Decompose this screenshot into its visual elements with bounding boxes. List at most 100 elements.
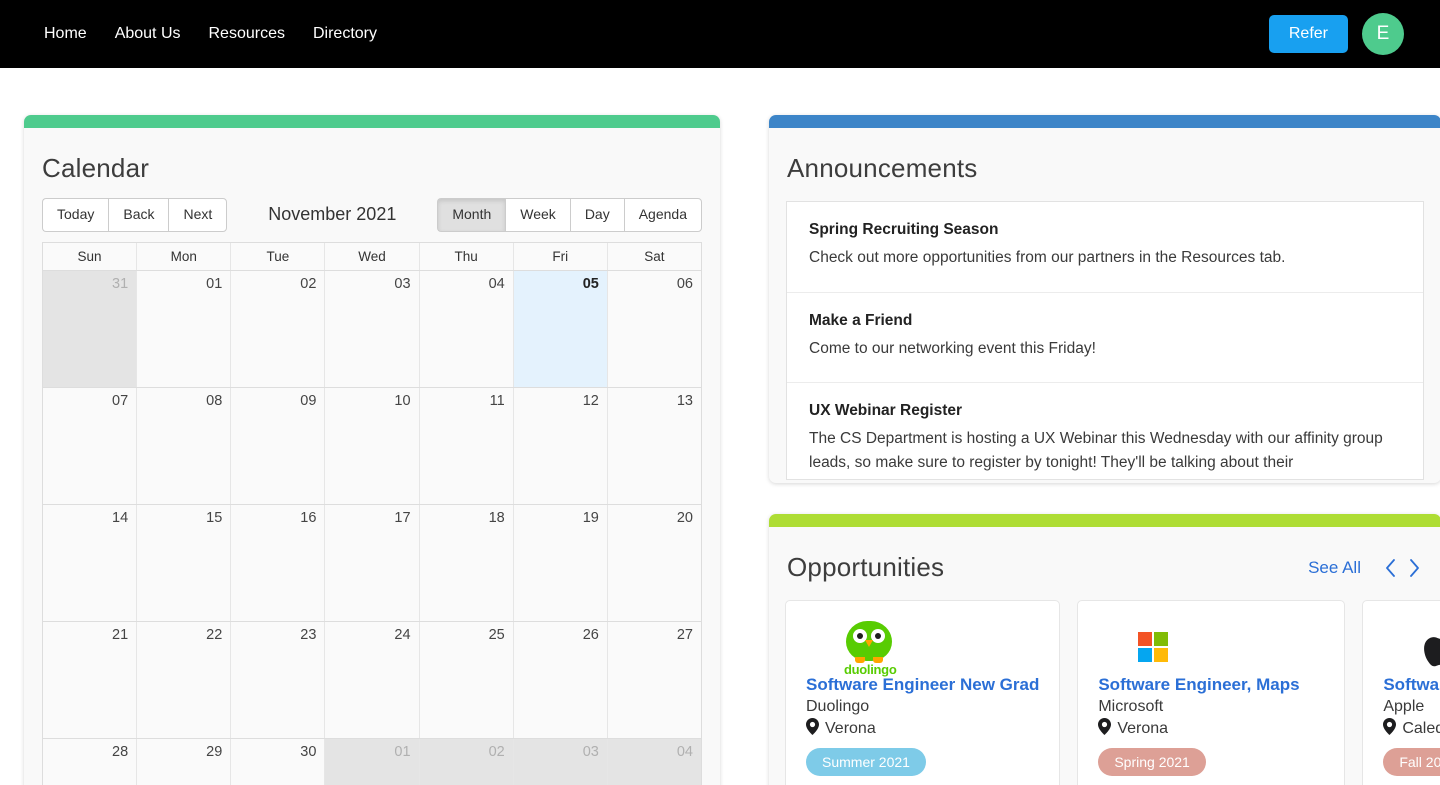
refer-button[interactable]: Refer	[1269, 15, 1348, 52]
calendar-day-cell[interactable]: 05	[514, 271, 608, 387]
opportunities-accent-bar	[769, 514, 1440, 527]
calendar-day-number: 16	[300, 510, 316, 526]
announcements-panel: Announcements Spring Recruiting SeasonCh…	[769, 115, 1440, 483]
calendar-day-number: 11	[490, 393, 505, 409]
opportunity-card[interactable]: duolingoSoftware Engineer New GradDuolin…	[785, 600, 1060, 785]
calendar-day-cell[interactable]: 01	[325, 739, 419, 785]
calendar-day-number: 14	[112, 510, 128, 526]
location-pin-icon	[1383, 718, 1396, 740]
calendar-next-button[interactable]: Next	[168, 198, 227, 232]
calendar-day-number: 23	[300, 627, 316, 643]
opportunity-location: Verona	[806, 718, 1039, 740]
calendar-day-cell[interactable]: 28	[43, 739, 137, 785]
calendar-day-cell[interactable]: 01	[137, 271, 231, 387]
chevron-right-icon[interactable]	[1405, 555, 1423, 581]
calendar-day-cell[interactable]: 14	[43, 505, 137, 621]
calendar-day-cell[interactable]: 18	[420, 505, 514, 621]
calendar-day-cell[interactable]: 02	[420, 739, 514, 785]
nav-link-resources[interactable]: Resources	[209, 25, 285, 43]
calendar-title: Calendar	[24, 128, 720, 184]
announcement-item[interactable]: Make a FriendCome to our networking even…	[787, 293, 1423, 384]
calendar-day-cell[interactable]: 17	[325, 505, 419, 621]
opportunity-term-badge: Fall 2021	[1383, 748, 1440, 776]
opportunities-carousel[interactable]: duolingoSoftware Engineer New GradDuolin…	[769, 583, 1440, 785]
calendar-day-cell[interactable]: 24	[325, 622, 419, 738]
announcement-item[interactable]: UX Webinar RegisterThe CS Department is …	[787, 383, 1423, 480]
opportunity-company: Microsoft	[1098, 698, 1324, 716]
calendar-view-week[interactable]: Week	[505, 198, 570, 232]
calendar-day-number: 02	[489, 744, 505, 760]
calendar-day-number: 04	[489, 276, 505, 292]
carousel-arrows	[1381, 555, 1423, 581]
calendar-view-day[interactable]: Day	[570, 198, 624, 232]
opportunity-role[interactable]: Software Engineer	[1383, 675, 1440, 695]
announcements-list[interactable]: Spring Recruiting SeasonCheck out more o…	[786, 201, 1424, 480]
opportunities-panel: Opportunities See All duolingoSoftware E…	[769, 514, 1440, 785]
calendar-today-button[interactable]: Today	[42, 198, 108, 232]
calendar-day-cell[interactable]: 13	[608, 388, 701, 504]
calendar-week-row: 07 08 09 10 11 12 13	[43, 388, 701, 505]
calendar-day-cell[interactable]: 03	[325, 271, 419, 387]
calendar-day-number: 08	[206, 393, 222, 409]
calendar-day-cell[interactable]: 11	[420, 388, 514, 504]
opportunity-role[interactable]: Software Engineer, Maps	[1098, 675, 1324, 695]
calendar-view-agenda[interactable]: Agenda	[624, 198, 702, 232]
user-avatar[interactable]: E	[1362, 13, 1404, 55]
calendar-nav-group: Today Back Next	[42, 198, 227, 232]
calendar-back-button[interactable]: Back	[108, 198, 168, 232]
calendar-day-cell[interactable]: 27	[608, 622, 701, 738]
opportunity-role[interactable]: Software Engineer New Grad	[806, 675, 1039, 695]
calendar-weeks: 3101020304050607080910111213141516171819…	[43, 271, 701, 785]
calendar-day-cell[interactable]: 19	[514, 505, 608, 621]
weekday-fri: Fri	[514, 243, 608, 270]
calendar-day-cell[interactable]: 26	[514, 622, 608, 738]
calendar-day-cell[interactable]: 23	[231, 622, 325, 738]
calendar-weekday-header: Sun Mon Tue Wed Thu Fri Sat	[43, 243, 701, 271]
calendar-accent-bar	[24, 115, 720, 128]
calendar-day-cell[interactable]: 03	[514, 739, 608, 785]
weekday-sun: Sun	[43, 243, 137, 270]
location-pin-icon	[806, 718, 819, 740]
calendar-day-number: 25	[489, 627, 505, 643]
calendar-day-cell[interactable]: 12	[514, 388, 608, 504]
calendar-day-cell[interactable]: 06	[608, 271, 701, 387]
calendar-toolbar: Today Back Next November 2021 Month Week…	[24, 184, 720, 242]
calendar-day-cell[interactable]: 04	[420, 271, 514, 387]
calendar-day-cell[interactable]: 09	[231, 388, 325, 504]
calendar-day-cell[interactable]: 20	[608, 505, 701, 621]
calendar-day-number: 10	[394, 393, 410, 409]
opportunity-card[interactable]: Software Engineer, MapsMicrosoftVeronaSp…	[1077, 600, 1345, 785]
opportunity-card[interactable]: Software EngineerAppleCaledoniaFall 2021	[1362, 600, 1440, 785]
chevron-left-icon[interactable]	[1381, 555, 1399, 581]
apple-logo	[1383, 619, 1440, 675]
calendar-day-cell[interactable]: 30	[231, 739, 325, 785]
calendar-day-number: 04	[677, 744, 693, 760]
calendar-day-cell[interactable]: 04	[608, 739, 701, 785]
calendar-day-number: 12	[583, 393, 599, 409]
opportunity-location: Verona	[1098, 718, 1324, 740]
calendar-day-cell[interactable]: 22	[137, 622, 231, 738]
calendar-day-cell[interactable]: 16	[231, 505, 325, 621]
calendar-day-cell[interactable]: 10	[325, 388, 419, 504]
calendar-day-number: 28	[112, 744, 128, 760]
announcement-heading: Spring Recruiting Season	[809, 221, 1401, 239]
calendar-day-cell[interactable]: 07	[43, 388, 137, 504]
nav-link-home[interactable]: Home	[44, 25, 87, 43]
calendar-panel: Calendar Today Back Next November 2021 M…	[24, 115, 720, 785]
calendar-day-cell[interactable]: 15	[137, 505, 231, 621]
nav-link-directory[interactable]: Directory	[313, 25, 377, 43]
calendar-day-cell[interactable]: 31	[43, 271, 137, 387]
calendar-day-number: 20	[677, 510, 693, 526]
opportunity-location-text: Verona	[825, 720, 876, 738]
calendar-day-cell[interactable]: 21	[43, 622, 137, 738]
calendar-day-cell[interactable]: 25	[420, 622, 514, 738]
calendar-view-month[interactable]: Month	[437, 198, 505, 232]
see-all-link[interactable]: See All	[1308, 558, 1361, 578]
calendar-day-cell[interactable]: 08	[137, 388, 231, 504]
calendar-day-cell[interactable]: 29	[137, 739, 231, 785]
calendar-day-number: 02	[300, 276, 316, 292]
calendar-week-row: 14 15 16 171819 20	[43, 505, 701, 622]
calendar-day-cell[interactable]: 02	[231, 271, 325, 387]
nav-link-about-us[interactable]: About Us	[115, 25, 181, 43]
announcement-item[interactable]: Spring Recruiting SeasonCheck out more o…	[787, 202, 1423, 293]
